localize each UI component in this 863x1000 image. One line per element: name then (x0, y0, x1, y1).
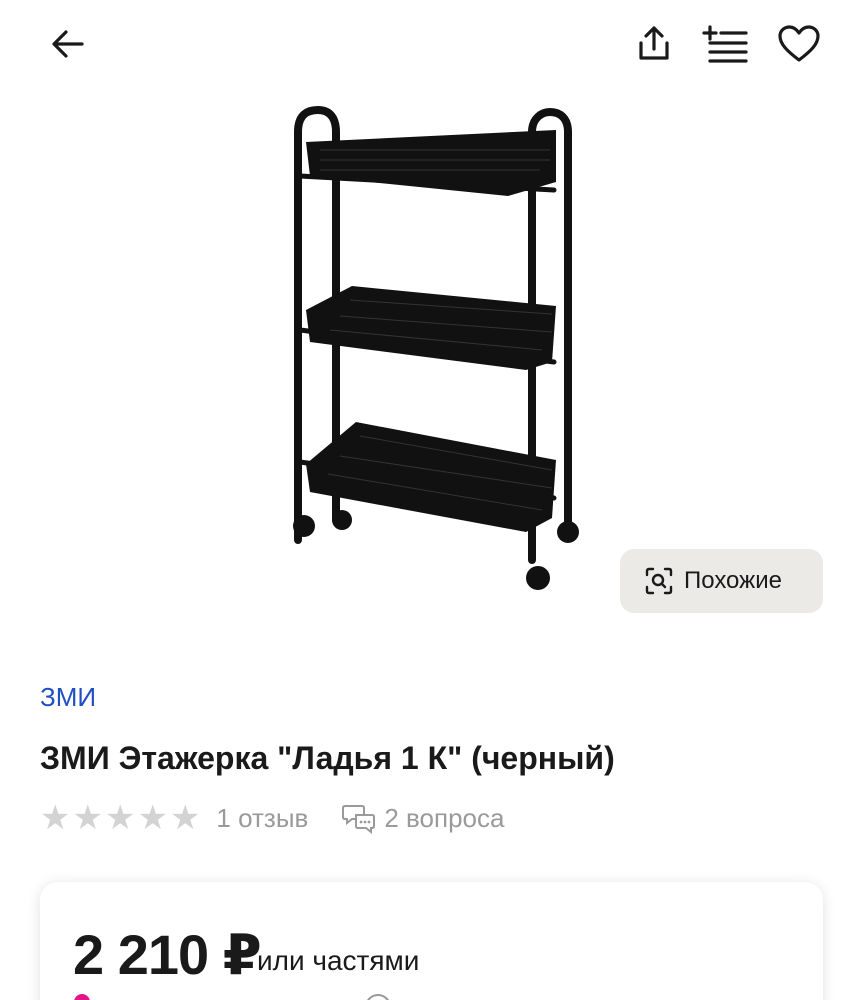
star-icon: ★ (104, 799, 136, 837)
installments-link[interactable]: или частями (257, 945, 419, 977)
favorite-button[interactable] (771, 16, 827, 72)
star-icon: ★ (40, 799, 71, 837)
chat-bubbles-icon (342, 805, 376, 834)
reviews-link[interactable]: 1 отзыв (216, 803, 308, 834)
similar-products-button[interactable]: Похожие (620, 549, 823, 613)
star-icon: ★ (169, 799, 201, 837)
similar-label: Похожие (684, 567, 782, 594)
star-icon: ★ (72, 799, 103, 837)
info-icon[interactable] (365, 994, 391, 1000)
add-to-list-icon (702, 25, 748, 63)
rating-row: ★ ★ ★ ★ ★ 1 отзыв 2 вопроса (40, 798, 504, 838)
back-button[interactable] (40, 16, 96, 72)
image-search-icon (645, 567, 673, 595)
share-button[interactable] (626, 16, 682, 72)
heart-icon (778, 25, 820, 62)
questions-link[interactable]: 2 вопроса (342, 802, 504, 834)
questions-label: 2 вопроса (384, 802, 505, 833)
product-image[interactable] (280, 100, 580, 605)
price-card: 2 210 ₽ или частями (40, 882, 823, 1000)
rating-stars[interactable]: ★ ★ ★ ★ ★ (40, 801, 200, 835)
brand-link[interactable]: ЗМИ (40, 682, 96, 713)
top-bar (0, 0, 863, 90)
star-icon: ★ (137, 799, 168, 837)
product-title: ЗМИ Этажерка "Ладья 1 К" (черный) (40, 740, 615, 776)
arrow-left-icon (52, 30, 84, 58)
installment-service-icon (74, 994, 90, 1000)
price-value: 2 210 ₽ (73, 923, 262, 986)
share-icon (639, 26, 669, 60)
add-to-list-button[interactable] (697, 16, 753, 72)
